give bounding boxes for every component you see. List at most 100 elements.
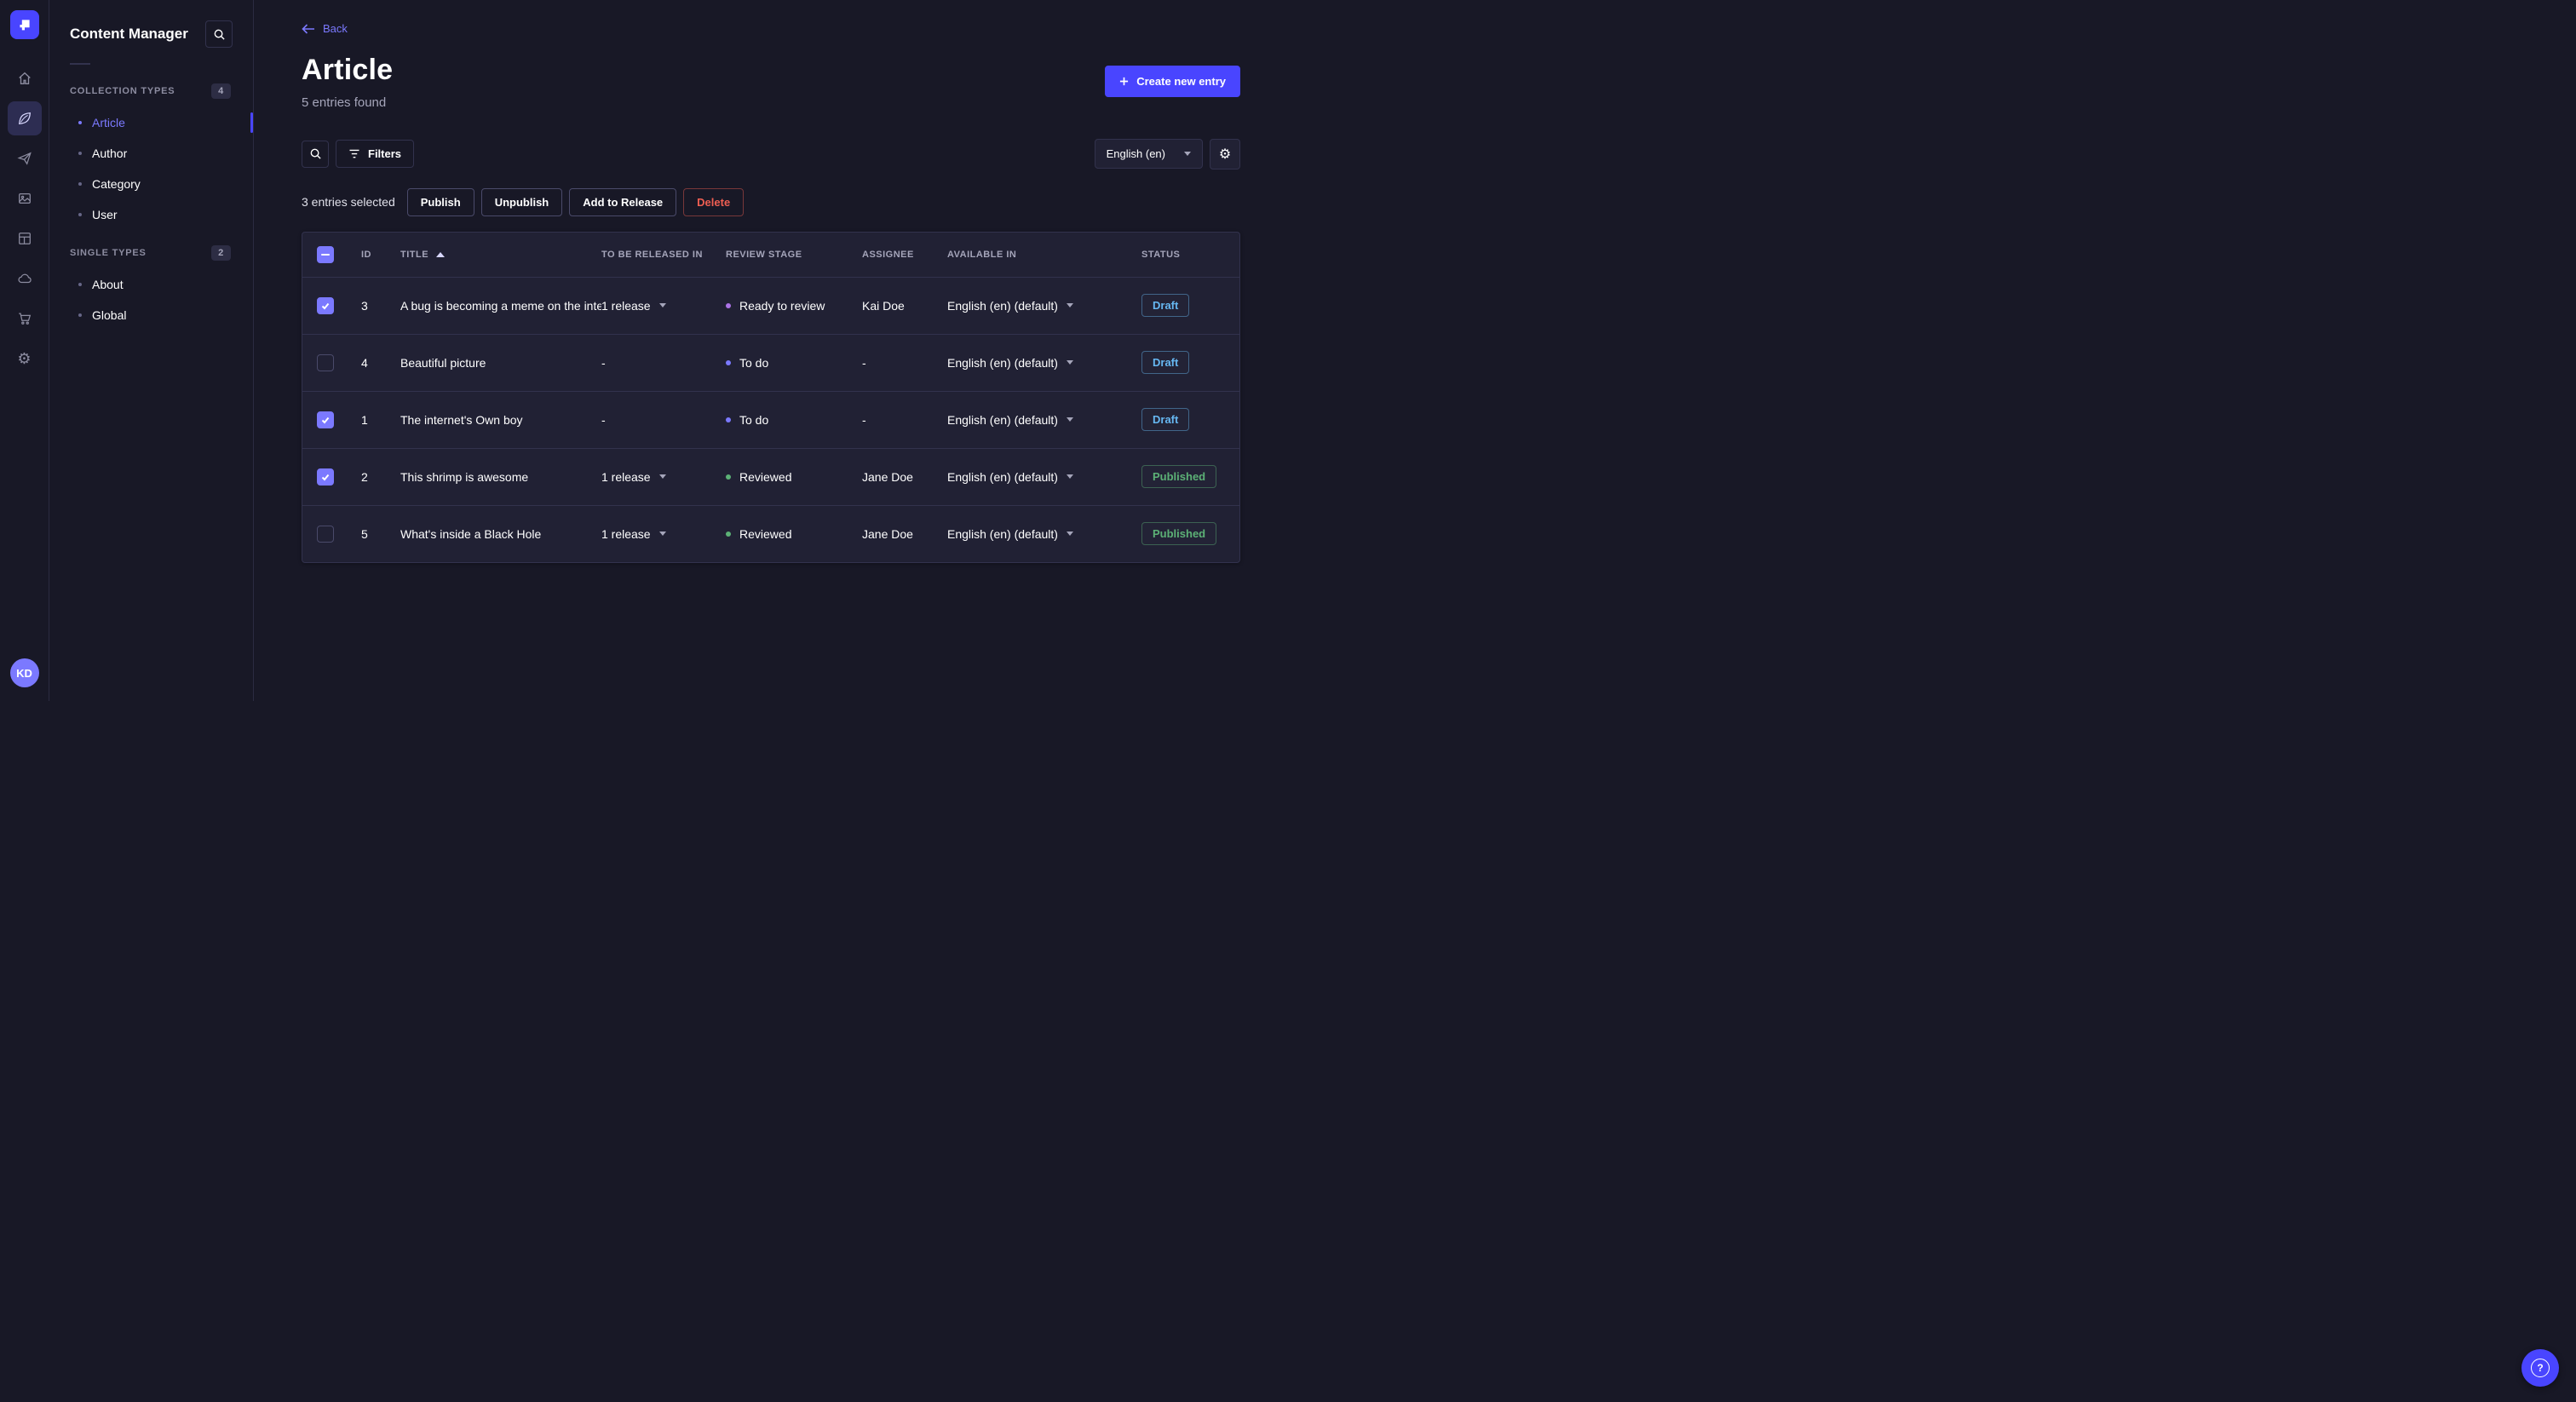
chevron-down-icon[interactable] (1066, 303, 1073, 307)
strapi-logo[interactable] (9, 10, 39, 39)
row-checkbox[interactable] (317, 296, 334, 314)
help-button[interactable]: ? (2521, 1349, 2559, 1387)
cell-id: 3 (361, 298, 368, 313)
filter-icon (349, 149, 359, 158)
main-nav-rail: ⚙ KD (0, 0, 49, 701)
column-header-id[interactable]: ID (361, 250, 400, 260)
chevron-down-icon[interactable] (658, 531, 666, 536)
row-checkbox[interactable] (317, 525, 334, 543)
settings-icon[interactable]: ⚙ (8, 342, 42, 376)
delete-button[interactable]: Delete (683, 187, 745, 216)
chevron-down-icon[interactable] (658, 303, 666, 307)
plus-icon (1120, 77, 1129, 85)
status-badge: Draft (1141, 408, 1190, 431)
releases-icon[interactable] (8, 141, 42, 175)
cell-title: A bug is becoming a meme on the internet (400, 298, 601, 313)
cell-release: 1 release (601, 527, 726, 541)
media-library-icon[interactable] (8, 181, 42, 215)
column-header-title[interactable]: TITLE (400, 250, 601, 260)
sidebar-item-label: About (92, 278, 124, 291)
status-badge: Published (1141, 522, 1217, 545)
add-to-release-button[interactable]: Add to Release (569, 187, 677, 216)
row-checkbox[interactable] (317, 353, 334, 371)
cell-release: - (601, 412, 606, 427)
stage-dot-icon (726, 302, 731, 308)
chevron-down-icon[interactable] (658, 474, 666, 479)
stage-dot-icon (726, 531, 731, 537)
table-row[interactable]: 3 A bug is becoming a meme on the intern… (302, 276, 1239, 334)
locale-select[interactable]: English (en) (1094, 139, 1203, 169)
sidebar-item-label: Category (92, 177, 141, 191)
content-manager-sidebar: Content Manager COLLECTION TYPES 4 Artic… (49, 0, 254, 701)
status-badge: Published (1141, 465, 1217, 488)
sidebar-item-author[interactable]: Author (70, 138, 233, 169)
section-label: COLLECTION TYPES (70, 86, 175, 96)
column-header-review-stage[interactable]: REVIEW STAGE (726, 250, 862, 260)
row-checkbox[interactable] (317, 411, 334, 428)
app-root: ⚙ KD Content Manager COLLECTION TYPES 4 … (0, 0, 1288, 701)
cell-assignee: Jane Doe (862, 526, 913, 541)
table-row[interactable]: 5 What's inside a Black Hole 1 release R… (302, 504, 1239, 562)
question-mark-icon: ? (2531, 1359, 2550, 1377)
marketplace-icon[interactable] (8, 302, 42, 336)
sidebar-item-user[interactable]: User (70, 199, 233, 230)
chevron-down-icon[interactable] (1066, 531, 1073, 536)
user-avatar[interactable]: KD (9, 658, 39, 687)
cell-title: What's inside a Black Hole (400, 526, 542, 541)
unpublish-button[interactable]: Unpublish (480, 187, 563, 216)
chevron-down-icon[interactable] (1066, 474, 1073, 479)
section-label: SINGLE TYPES (70, 248, 147, 258)
section-count-badge: 4 (211, 83, 231, 99)
cell-release: 1 release (601, 299, 726, 313)
search-button[interactable] (302, 140, 329, 168)
create-new-entry-button[interactable]: Create new entry (1105, 65, 1240, 97)
bullet-icon (78, 152, 82, 155)
sidebar-search-button[interactable] (205, 20, 233, 48)
select-all-checkbox[interactable] (317, 245, 334, 263)
view-settings-button[interactable]: ⚙ (1210, 138, 1240, 170)
cell-assignee: - (862, 412, 866, 427)
content-type-builder-icon[interactable] (8, 221, 42, 256)
stage-dot-icon (726, 359, 731, 365)
content-manager-icon[interactable] (7, 101, 42, 135)
stage-dot-icon (726, 417, 731, 422)
sidebar-item-global[interactable]: Global (70, 300, 233, 330)
arrow-left-icon (302, 23, 314, 34)
sidebar-item-about[interactable]: About (70, 269, 233, 300)
column-header-available-in[interactable]: AVAILABLE IN (947, 250, 1141, 260)
table-row[interactable]: 4 Beautiful picture - To do - English (e… (302, 333, 1239, 391)
column-header-release[interactable]: TO BE RELEASED IN (601, 250, 726, 260)
cell-review-stage: Reviewed (726, 527, 862, 541)
title-block: Article 5 entries found (302, 54, 393, 110)
sort-asc-icon[interactable] (436, 251, 446, 257)
chevron-down-icon (1184, 152, 1191, 156)
cell-assignee: Kai Doe (862, 298, 905, 313)
sidebar-item-article[interactable]: Article (70, 107, 233, 138)
column-header-status[interactable]: STATUS (1141, 250, 1225, 260)
cell-review-stage: Ready to review (726, 299, 862, 313)
table-header-row: ID TITLE TO BE RELEASED IN REVIEW STAGE … (302, 233, 1239, 277)
single-types-section: SINGLE TYPES 2 About Global (70, 245, 233, 330)
home-icon[interactable] (8, 61, 42, 95)
cell-available-in: English (en) (default) (947, 470, 1141, 484)
rail-icon-list: ⚙ (7, 61, 42, 658)
chevron-down-icon[interactable] (1066, 360, 1073, 365)
entries-count: 5 entries found (302, 95, 387, 110)
table-row[interactable]: 1 The internet's Own boy - To do - Engli… (302, 390, 1239, 448)
cell-title: The internet's Own boy (400, 412, 523, 427)
filters-button[interactable]: Filters (336, 140, 415, 168)
back-link[interactable]: Back (302, 22, 348, 35)
cell-available-in: English (en) (default) (947, 299, 1141, 313)
cell-title: Beautiful picture (400, 355, 486, 370)
sidebar-title: Content Manager (70, 26, 188, 42)
table-row[interactable]: 2 This shrimp is awesome 1 release Revie… (302, 447, 1239, 505)
publish-button[interactable]: Publish (406, 187, 474, 216)
cloud-icon[interactable] (8, 261, 42, 296)
chevron-down-icon[interactable] (1066, 417, 1073, 422)
section-count-badge: 2 (211, 245, 231, 261)
column-header-assignee[interactable]: ASSIGNEE (862, 250, 947, 260)
bullet-icon (78, 182, 82, 186)
sidebar-item-category[interactable]: Category (70, 169, 233, 199)
status-badge: Draft (1141, 351, 1190, 374)
row-checkbox[interactable] (317, 468, 334, 486)
